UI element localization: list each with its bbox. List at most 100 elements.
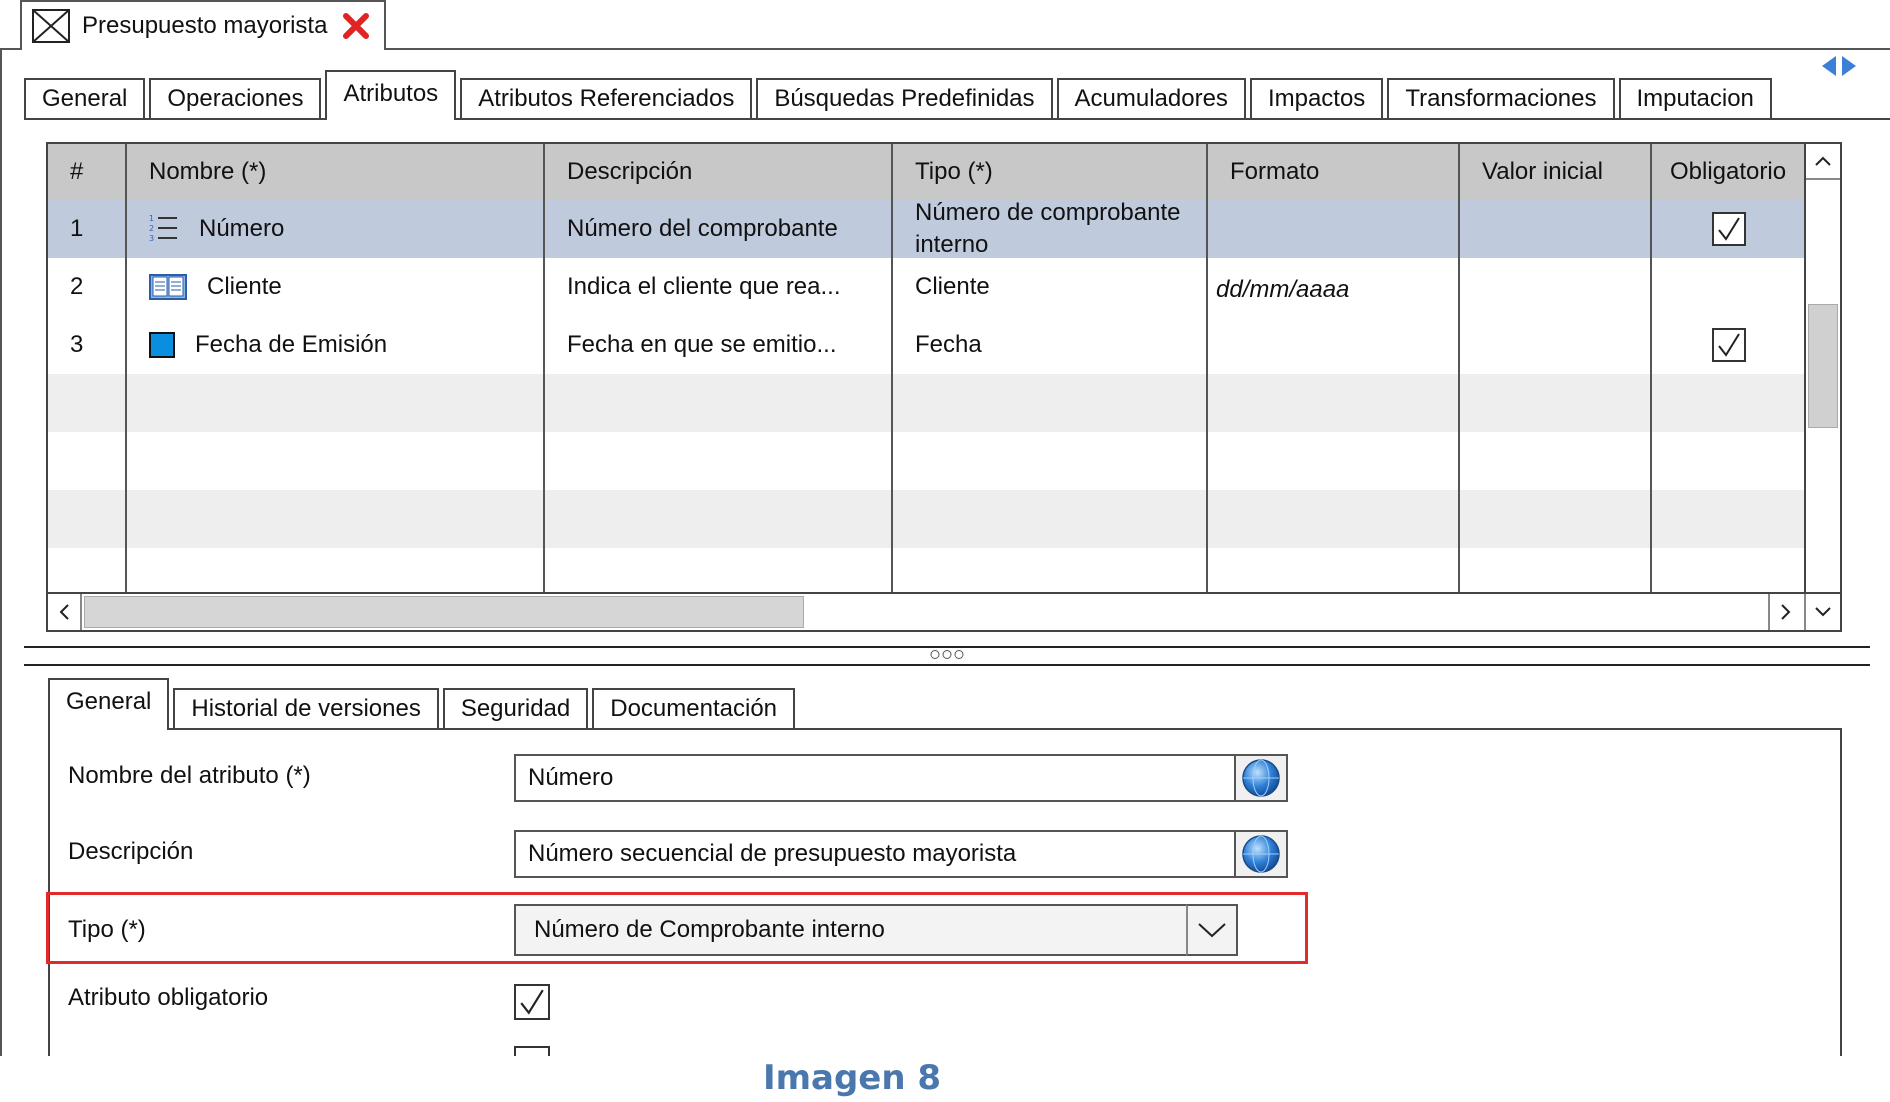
grid-header: # Nombre (*) Descripción Tipo (*) Format… [48, 144, 1808, 200]
row-name-cell[interactable]: Cliente [127, 258, 545, 316]
chevron-left-icon [59, 604, 69, 620]
checkmark-icon [520, 989, 544, 1015]
row-name: Fecha de Emisión [195, 331, 388, 358]
column-header-nombre[interactable]: Nombre (*) [127, 144, 545, 200]
empty-row [48, 374, 1808, 432]
tipo-select[interactable]: Número de Comprobante interno [514, 904, 1238, 956]
row-formato: dd/mm/aaaa [1208, 258, 1460, 316]
tab-detail-general[interactable]: General [48, 678, 170, 730]
vertical-scroll-thumb[interactable] [1808, 304, 1838, 428]
row-name: Cliente [207, 273, 282, 300]
row-valor-inicial [1460, 200, 1652, 258]
translate-nombre-button[interactable] [1236, 754, 1288, 802]
column-header-descripcion[interactable]: Descripción [545, 144, 893, 200]
figure-caption: Imagen 8 [762, 1058, 942, 1098]
descripcion-label: Descripción [68, 838, 194, 865]
tab-seguridad[interactable]: Seguridad [442, 688, 589, 728]
globe-icon [1242, 759, 1280, 797]
chevron-down-icon [1198, 923, 1226, 938]
row-name-cell[interactable]: 1 2 3 Número [127, 200, 545, 258]
nombre-field[interactable]: Número [514, 754, 1236, 802]
app-window: Presupuesto mayorista General Operacione… [0, 0, 1890, 1102]
table-row[interactable]: 2 Cliente Indica el cliente que rea... C… [48, 258, 1808, 316]
scroll-up-button[interactable] [1806, 144, 1840, 180]
scroll-right-button[interactable] [1768, 594, 1802, 630]
document-icon [32, 9, 70, 43]
empty-row [48, 548, 1808, 596]
row-tipo: Cliente [893, 258, 1208, 316]
tab-historial-versiones[interactable]: Historial de versiones [173, 688, 439, 728]
row-obligatorio [1652, 258, 1808, 316]
translate-descripcion-button[interactable] [1236, 830, 1288, 878]
column-header-formato[interactable]: Formato [1208, 144, 1460, 200]
detail-tab-strip: General Historial de versiones Seguridad… [48, 678, 1842, 730]
tipo-dropdown-button[interactable] [1186, 904, 1238, 956]
blue-square-icon [149, 332, 175, 358]
chevron-down-icon [1815, 607, 1831, 617]
attributes-grid: # Nombre (*) Descripción Tipo (*) Format… [46, 142, 1842, 632]
numbered-list-icon: 1 2 3 [149, 214, 177, 243]
vertical-scrollbar[interactable] [1804, 144, 1840, 596]
tab-documentacion[interactable]: Documentación [592, 688, 796, 728]
chevron-up-icon [1815, 156, 1831, 166]
row-number: 3 [48, 316, 127, 374]
empty-row [48, 490, 1808, 548]
tab-general[interactable]: General [24, 78, 146, 118]
obligatorio-checkbox[interactable] [1712, 328, 1746, 362]
svg-text:1: 1 [149, 214, 154, 223]
row-tipo: Número de comprobante interno [893, 200, 1208, 258]
nombre-label: Nombre del atributo (*) [68, 762, 311, 789]
descripcion-field[interactable]: Número secuencial de presupuesto mayoris… [514, 830, 1236, 878]
tab-imputacion[interactable]: Imputacion [1618, 78, 1772, 118]
row-obligatorio [1652, 316, 1808, 374]
checkmark-icon [1718, 333, 1740, 357]
tab-busquedas-predefinidas[interactable]: Búsquedas Predefinidas [756, 78, 1053, 118]
obligatorio-form-checkbox[interactable] [514, 984, 550, 1020]
row-formato [1208, 200, 1460, 258]
close-icon[interactable] [341, 11, 371, 41]
row-valor-inicial [1460, 316, 1652, 374]
scroll-down-button[interactable] [1804, 594, 1840, 630]
row-tipo: Fecha [893, 316, 1208, 374]
column-header-tipo[interactable]: Tipo (*) [893, 144, 1208, 200]
svg-text:2: 2 [149, 224, 154, 233]
tipo-label: Tipo (*) [68, 916, 146, 943]
tab-atributos[interactable]: Atributos [325, 70, 457, 120]
row-name: Número [199, 215, 285, 242]
globe-icon [1242, 835, 1280, 873]
obligatorio-checkbox[interactable] [1712, 212, 1746, 246]
row-description: Número del comprobante [545, 200, 893, 258]
row-obligatorio [1652, 200, 1808, 258]
row-name-cell[interactable]: Fecha de Emisión [127, 316, 545, 374]
tab-transformaciones[interactable]: Transformaciones [1387, 78, 1615, 118]
column-header-number[interactable]: # [48, 144, 127, 200]
tab-scroll-arrows [1820, 54, 1858, 78]
scroll-left-button[interactable] [48, 594, 82, 630]
row-number: 1 [48, 200, 127, 258]
empty-row [48, 432, 1808, 490]
horizontal-scrollbar[interactable] [48, 592, 1840, 630]
svg-text:3: 3 [149, 234, 154, 243]
tab-atributos-referenciados[interactable]: Atributos Referenciados [460, 78, 753, 118]
panel-splitter[interactable] [24, 646, 1870, 666]
row-formato [1208, 316, 1460, 374]
horizontal-scroll-thumb[interactable] [84, 596, 804, 628]
arrow-right-icon[interactable] [1840, 54, 1858, 78]
tab-acumuladores[interactable]: Acumuladores [1056, 78, 1246, 118]
arrow-left-icon[interactable] [1820, 54, 1838, 78]
row-description: Indica el cliente que rea... [545, 258, 893, 316]
row-number: 2 [48, 258, 127, 316]
table-row[interactable]: 1 1 2 3 Número Número del comprobante Nú… [48, 200, 1808, 258]
row-valor-inicial [1460, 258, 1652, 316]
tab-operaciones[interactable]: Operaciones [149, 78, 322, 118]
column-header-obligatorio[interactable]: Obligatorio [1652, 144, 1808, 200]
row-description: Fecha en que se emitio... [545, 316, 893, 374]
obligatorio-label: Atributo obligatorio [68, 984, 269, 1011]
book-icon [149, 274, 187, 300]
document-tab[interactable]: Presupuesto mayorista [20, 0, 386, 50]
tab-impactos[interactable]: Impactos [1249, 78, 1384, 118]
column-header-valor-inicial[interactable]: Valor inicial [1460, 144, 1652, 200]
table-row[interactable]: 3 Fecha de Emisión Fecha en que se emiti… [48, 316, 1808, 374]
top-tab-strip: General Operaciones Atributos Atributos … [24, 70, 1890, 120]
document-title: Presupuesto mayorista [82, 12, 328, 39]
